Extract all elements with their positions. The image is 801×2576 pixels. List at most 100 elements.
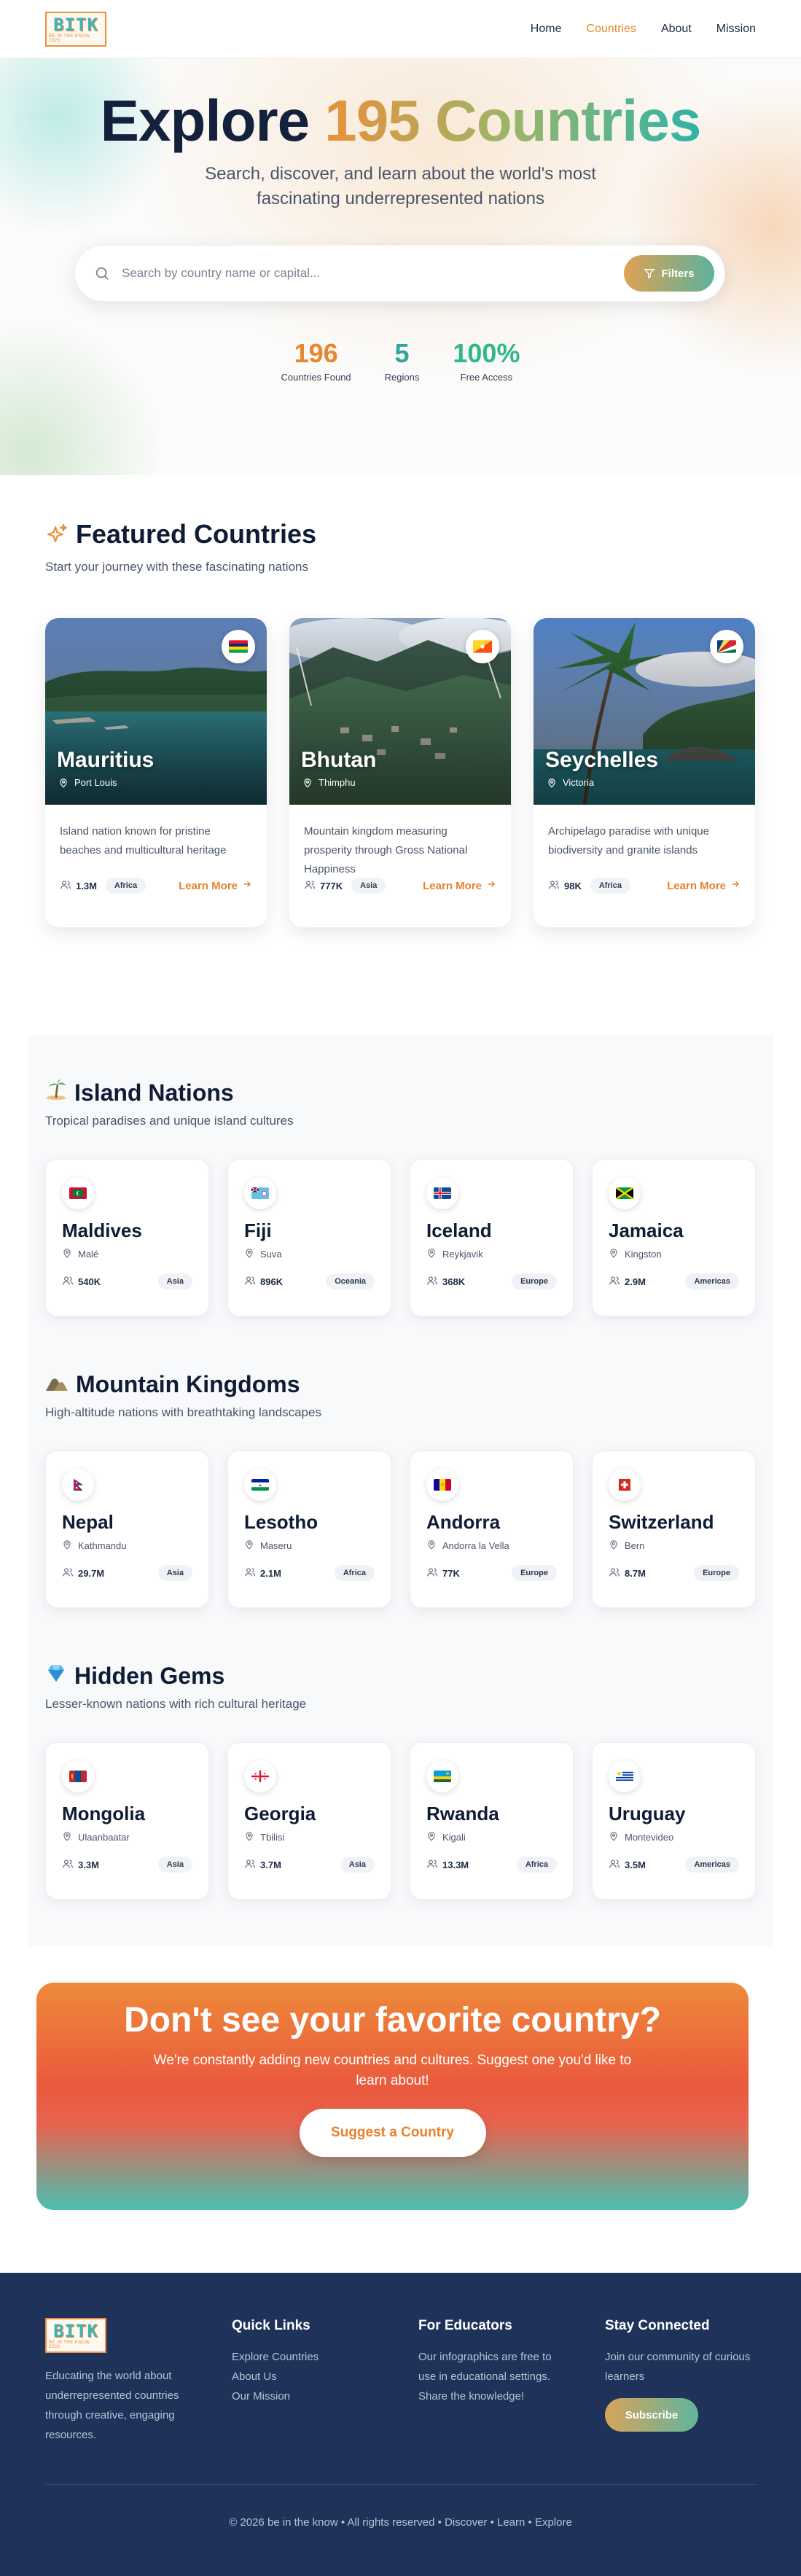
category-title-text: Hidden Gems	[74, 1662, 225, 1689]
category-description: High-altitude nations with breathtaking …	[45, 1405, 321, 1419]
flag-icon	[244, 1177, 276, 1209]
country-name: Nepal	[62, 1511, 114, 1533]
capital-row: Kathmandu	[62, 1539, 192, 1552]
capital-row: Reykjavik	[426, 1248, 557, 1260]
learn-more-link[interactable]: Learn More	[179, 879, 252, 892]
footer-link[interactable]: About Us	[232, 2367, 378, 2386]
category-title: Hidden Gems	[45, 1662, 756, 1690]
card-meta: 13.3M Africa	[426, 1857, 557, 1873]
nav-link-about[interactable]: About	[661, 23, 692, 36]
capital-name: Kingston	[625, 1249, 662, 1260]
flag-icon	[609, 1760, 641, 1792]
learn-more-label: Learn More	[667, 879, 726, 892]
category-description: Lesser-known nations with rich cultural …	[45, 1697, 307, 1711]
country-photo: Seychelles Victoria	[534, 618, 755, 805]
map-pin-icon	[62, 1539, 72, 1552]
region-badge: Asia	[340, 1857, 375, 1873]
country-card[interactable]: Maldives Malé 540K Asia	[45, 1159, 209, 1316]
suggest-country-button[interactable]: Suggest a Country	[299, 2109, 486, 2157]
country-card[interactable]: Lesotho Maseru 2.1M Africa	[227, 1451, 391, 1608]
category-title-text: Mountain Kingdoms	[76, 1370, 300, 1397]
country-card[interactable]: Fiji Suva 896K Oceania	[227, 1159, 391, 1316]
users-icon	[609, 1275, 620, 1289]
featured-card[interactable]: Bhutan Thimphu Mountain kingdom measuring …	[289, 618, 511, 927]
population-value: 13.3M	[442, 1859, 469, 1870]
population: 8.7M	[609, 1566, 646, 1580]
nav-link-countries[interactable]: Countries	[586, 23, 636, 36]
search-bar: Filters	[74, 245, 725, 302]
population-value: 777K	[320, 880, 343, 891]
map-pin-icon	[58, 778, 69, 788]
stat-value: 5	[394, 338, 410, 368]
country-photo: Mauritius Port Louis	[45, 618, 267, 805]
capital-row: Ulaanbaatar	[62, 1831, 192, 1843]
category-island-nations: Island Nations Tropical paradises and uni…	[45, 1079, 756, 1316]
subscribe-button[interactable]: Subscribe	[605, 2398, 698, 2432]
flag-icon	[426, 1760, 458, 1792]
category-hidden-gems: Hidden Gems Lesser-known nations with ric…	[45, 1662, 756, 1900]
cta-text: We're constantly adding new countries an…	[153, 2053, 632, 2088]
featured-card[interactable]: Mauritius Port Louis Island nation known f…	[45, 618, 267, 927]
capital-row: Maseru	[244, 1539, 375, 1552]
learn-more-link[interactable]: Learn More	[667, 879, 741, 892]
cta-title: Don't see your favorite country?	[124, 2001, 661, 2040]
population: 98K	[548, 879, 582, 893]
footer-link[interactable]: Our Mission	[232, 2386, 378, 2406]
footer-logo[interactable]: BITK BE IN THE KNOW 2026	[45, 2318, 106, 2353]
country-card[interactable]: Georgia Tbilisi 3.7M Asia	[227, 1742, 391, 1900]
country-card[interactable]: Uruguay Montevideo 3.5M Americas	[592, 1742, 756, 1900]
users-icon	[426, 1566, 438, 1580]
capital-name: Tbilisi	[260, 1832, 285, 1843]
category-mountain-kingdoms: Mountain Kingdoms High-altitude nations w…	[45, 1370, 756, 1608]
country-card[interactable]: Rwanda Kigali 13.3M Africa	[410, 1742, 574, 1900]
capital-name: Victoria	[563, 777, 595, 788]
country-card[interactable]: Iceland Reykjavik 368K Europe	[410, 1159, 574, 1316]
country-description: Island nation known for pristine beaches…	[60, 825, 227, 856]
region-badge: Americas	[685, 1857, 739, 1873]
connect-title: Stay Connected	[605, 2318, 710, 2333]
country-card[interactable]: Jamaica Kingston 2.9M Americas	[592, 1159, 756, 1316]
site-logo[interactable]: BITK BE IN THE KNOW 2026	[45, 11, 106, 47]
map-pin-icon	[609, 1539, 619, 1552]
card-meta: 777K Asia Learn More	[304, 878, 496, 894]
population-value: 368K	[442, 1276, 466, 1287]
footer-link[interactable]: Explore Countries	[232, 2347, 378, 2367]
population-value: 8.7M	[625, 1567, 646, 1579]
search-input[interactable]	[122, 266, 624, 281]
gem-icon	[45, 1662, 67, 1690]
map-pin-icon	[244, 1248, 254, 1260]
category-title: Mountain Kingdoms	[45, 1370, 756, 1398]
flag-icon	[426, 1469, 458, 1501]
region-badge: Europe	[512, 1565, 557, 1581]
population-value: 3.5M	[625, 1859, 646, 1870]
learn-more-link[interactable]: Learn More	[423, 879, 496, 892]
users-icon	[304, 879, 316, 893]
island-icon	[45, 1079, 67, 1106]
map-pin-icon	[244, 1539, 254, 1552]
nav-link-home[interactable]: Home	[531, 23, 562, 36]
population: 13.3M	[426, 1858, 469, 1872]
country-card[interactable]: Switzerland Bern 8.7M Europe	[592, 1451, 756, 1608]
capital-name: Montevideo	[625, 1832, 674, 1843]
card-meta: 8.7M Europe	[609, 1565, 739, 1581]
featured-card[interactable]: Seychelles Victoria Archipelago paradise w…	[534, 618, 755, 927]
country-name: Seychelles	[545, 748, 659, 772]
population: 540K	[62, 1275, 101, 1289]
population-value: 1.3M	[76, 880, 97, 891]
country-card[interactable]: Mongolia Ulaanbaatar 3.3M Asia	[45, 1742, 209, 1900]
stat-value: 100%	[453, 338, 520, 368]
filters-button[interactable]: Filters	[624, 255, 714, 292]
footer-divider	[45, 2484, 756, 2485]
capital-row: Kingston	[609, 1248, 739, 1260]
capital-row: Kigali	[426, 1831, 557, 1843]
flag-icon	[62, 1760, 94, 1792]
users-icon	[609, 1858, 620, 1872]
country-name: Iceland	[426, 1219, 492, 1241]
region-badge: Africa	[105, 878, 146, 894]
filter-icon	[644, 269, 655, 279]
country-card[interactable]: Andorra Andorra la Vella 77K Europe	[410, 1451, 574, 1608]
population: 3.7M	[244, 1858, 281, 1872]
country-name: Mongolia	[62, 1803, 146, 1824]
nav-link-mission[interactable]: Mission	[716, 23, 756, 36]
country-card[interactable]: Nepal Kathmandu 29.7M Asia	[45, 1451, 209, 1608]
